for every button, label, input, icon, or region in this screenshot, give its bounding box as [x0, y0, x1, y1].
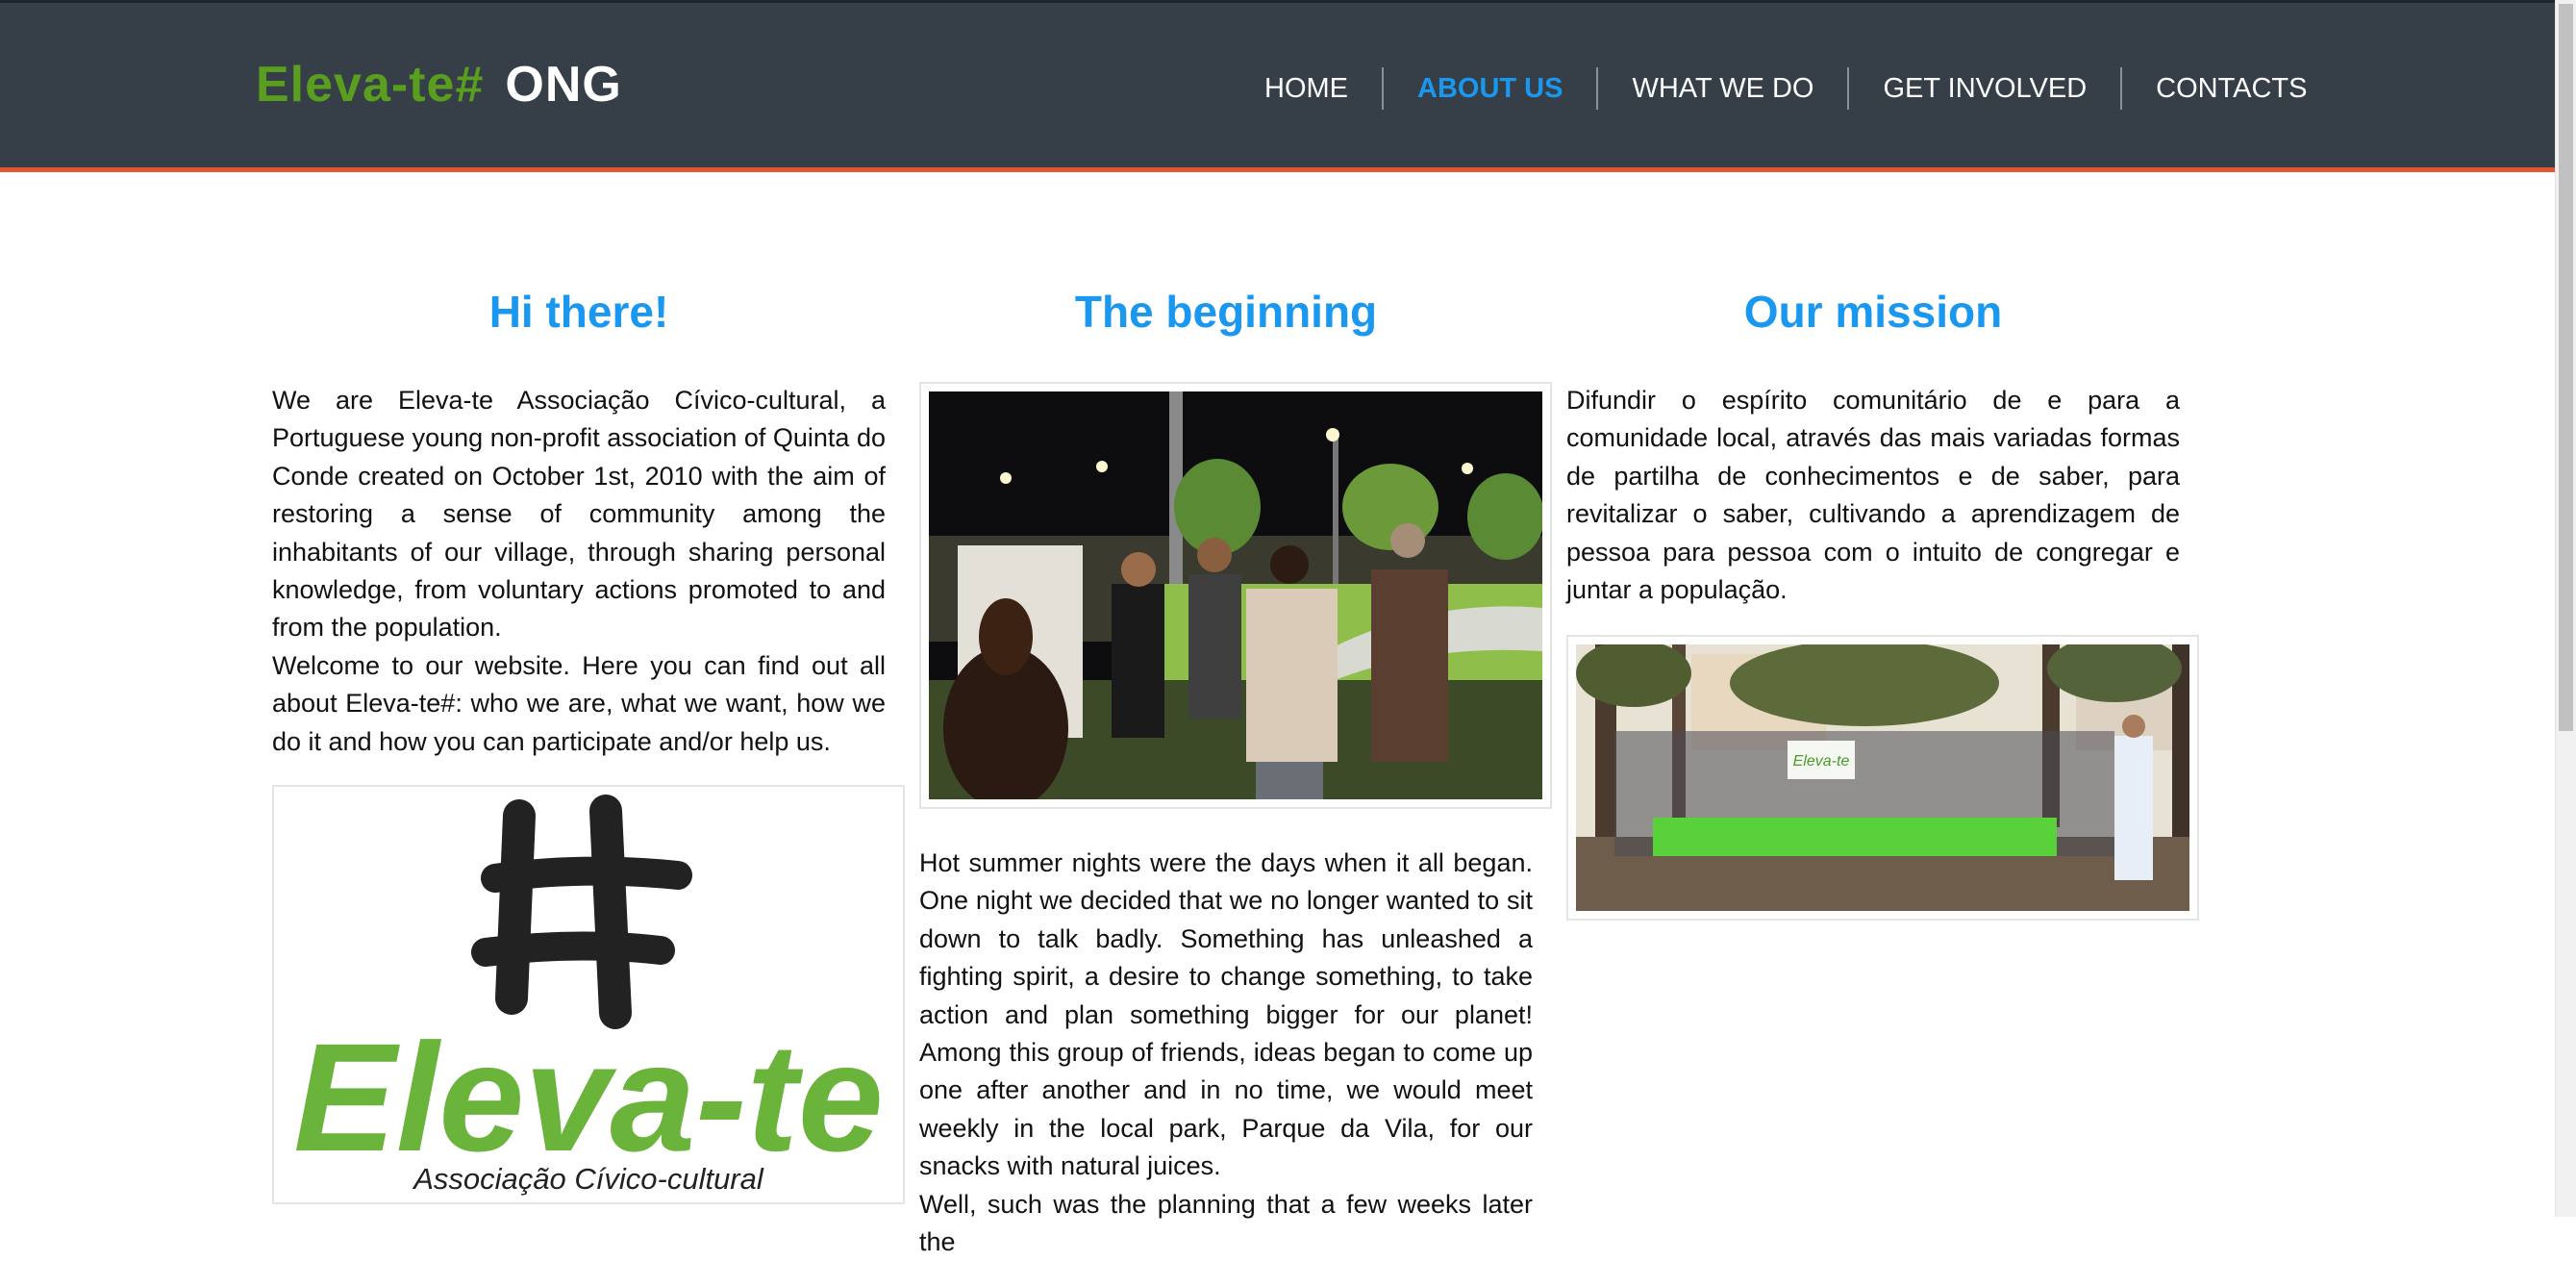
nav-what-we-do[interactable]: WHAT WE DO	[1598, 67, 1847, 110]
scrollbar-thumb[interactable]	[2559, 4, 2573, 731]
nav-get-involved[interactable]: GET INVOLVED	[1849, 67, 2120, 110]
nav-about-us[interactable]: ABOUT US	[1384, 67, 1596, 110]
night-park-scene-image	[929, 391, 1542, 799]
welcome-paragraph: Welcome to our website. Here you can fin…	[272, 651, 886, 756]
intro-paragraph: We are Eleva-te Associação Cívico-cultur…	[272, 386, 886, 643]
group-outdoor-scene-image: Eleva-te	[1576, 644, 2189, 911]
night-meeting-photo	[919, 382, 1552, 809]
the-beginning-title: The beginning	[1074, 287, 1378, 337]
beginning-paragraph: Hot summer nights were the days when it …	[919, 848, 1533, 1181]
our-mission-title: Our mission	[1743, 287, 2003, 337]
group-photo: Eleva-te	[1566, 635, 2199, 921]
site-logo[interactable]: Eleva-te# ONG	[256, 56, 622, 114]
logo-main-text: Eleva-te#	[256, 57, 485, 113]
logo-sub-text: ONG	[505, 57, 622, 113]
hashtag-logo-icon: Eleva-te Associação Cívico-cultural	[293, 795, 884, 1196]
page-scrollbar[interactable]	[2555, 0, 2576, 1217]
nav-contacts[interactable]: CONTACTS	[2122, 67, 2340, 110]
group-banner-text: Eleva-te	[1793, 753, 1850, 770]
eleva-te-logo-image: Eleva-te Associação Cívico-cultural	[272, 785, 905, 1204]
beginning-paragraph-continued: Well, such was the planning that a few w…	[919, 1190, 1533, 1257]
hi-there-title: Hi there!	[488, 287, 669, 337]
logo-eleva-te-word: Eleva-te	[293, 1011, 884, 1183]
main-nav: HOME ABOUT US WHAT WE DO GET INVOLVED CO…	[1231, 67, 2341, 110]
nav-home[interactable]: HOME	[1231, 67, 1382, 110]
logo-tagline: Associação Cívico-cultural	[412, 1162, 764, 1196]
header-accent-line	[0, 167, 2556, 172]
mission-paragraph: Difundir o espírito comunitário de e par…	[1566, 386, 2180, 605]
